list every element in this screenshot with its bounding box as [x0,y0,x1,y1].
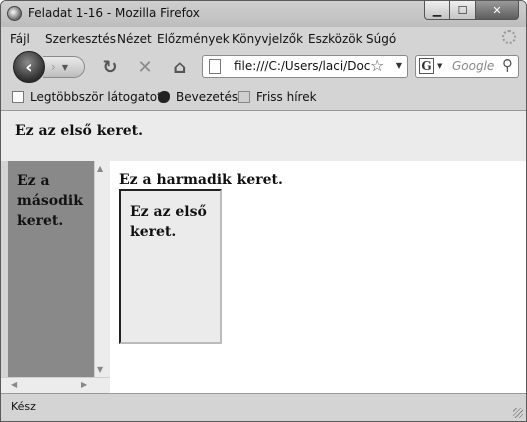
throbber-icon [502,30,516,44]
bookmark-most-visited[interactable]: Legtöbbször látogatott [12,90,167,104]
scroll-down-arrow-icon[interactable]: ▼ [97,365,103,374]
bookmark-latest-news[interactable]: Friss hírek [238,90,317,104]
menu-bookmarks[interactable]: Könyvjelzők [232,32,303,46]
reload-icon[interactable]: ↻ [99,56,121,78]
page-icon [209,59,221,74]
frame-top-text: Ez az első keret. [15,123,143,139]
scroll-left-arrow-icon[interactable]: ◀ [11,380,17,389]
search-icon[interactable]: ⚲ [502,56,513,74]
inline-frame: Ez az első keret. [119,189,222,344]
window-controls: ▁ ☐ ✕ [424,1,519,20]
scroll-right-arrow-icon[interactable]: ▶ [81,380,87,389]
title-bar[interactable]: Feladat 1-16 - Mozilla Firefox ▁ ☐ ✕ [1,1,526,27]
status-text: Kész [11,400,36,413]
menu-edit[interactable]: Szerkesztés [45,32,116,46]
frame-main-heading: Ez a harmadik keret. [119,172,283,188]
search-bar[interactable]: G ▼ Google ⚲ [415,55,519,78]
url-dropdown-icon[interactable]: ▼ [396,61,402,70]
window-title: Feladat 1-16 - Mozilla Firefox [28,6,200,20]
navigation-toolbar: › ▼ ‹ ↻ ✕ ⌂ file:///C:/Users/laci/Doc ☆ … [1,49,526,85]
bookmark-star-icon[interactable]: ☆ [370,56,384,75]
bookmark-label: Legtöbbször látogatott [30,90,167,104]
bookmark-getting-started[interactable]: Bevezetés [158,90,238,104]
url-text[interactable]: file:///C:/Users/laci/Doc [234,59,374,73]
page-icon [12,91,24,103]
status-bar: Kész [1,393,526,421]
left-gutter [1,161,8,377]
menu-help[interactable]: Súgó [366,32,396,46]
maximize-button[interactable]: ☐ [450,1,476,20]
history-dropdown-icon[interactable]: ▼ [62,63,68,72]
home-icon[interactable]: ⌂ [169,56,191,78]
rss-icon [238,91,250,103]
menu-tools[interactable]: Eszközök [308,32,363,46]
menu-file[interactable]: Fájl [10,32,30,46]
menu-view[interactable]: Nézet [117,32,152,46]
browser-window: Feladat 1-16 - Mozilla Firefox ▁ ☐ ✕ Fáj… [0,0,527,422]
google-engine-icon[interactable]: G [419,58,434,74]
scroll-up-arrow-icon[interactable]: ▲ [97,164,103,173]
menu-bar: Fájl Szerkesztés Nézet Előzmények Könyvj… [1,27,526,49]
bookmark-label: Friss hírek [256,90,317,104]
search-placeholder[interactable]: Google [452,59,494,73]
frame-main: Ez a harmadik keret. Ez az első keret. [110,161,526,393]
frame-top: Ez az első keret. [1,111,526,161]
frame-left-text: Ez a második keret. [17,173,83,229]
resize-grip-icon[interactable] [513,408,523,418]
forward-button[interactable]: › ▼ [43,56,85,78]
forward-arrow-icon: › [51,60,56,74]
close-button[interactable]: ✕ [476,1,519,20]
inline-frame-text: Ez az első keret. [130,204,207,240]
back-button[interactable]: ‹ [13,51,45,83]
stop-icon[interactable]: ✕ [134,56,156,78]
bookmarks-toolbar: Legtöbbször látogatott Bevezetés Friss h… [1,85,526,111]
firefox-icon [7,6,22,21]
frame-left-horizontal-scrollbar[interactable]: ◀ ▶ [1,377,110,393]
bookmark-label: Bevezetés [176,90,239,104]
engine-dropdown-icon[interactable]: ▼ [437,62,442,70]
url-bar[interactable]: file:///C:/Users/laci/Doc ☆ ▼ [202,55,408,78]
frame-left-vertical-scrollbar[interactable]: ▲ ▼ [94,161,110,377]
minimize-button[interactable]: ▁ [424,1,450,20]
menu-history[interactable]: Előzmények [157,32,230,46]
firefox-logo-icon [158,91,170,103]
frame-left: Ez a második keret. [8,161,94,377]
